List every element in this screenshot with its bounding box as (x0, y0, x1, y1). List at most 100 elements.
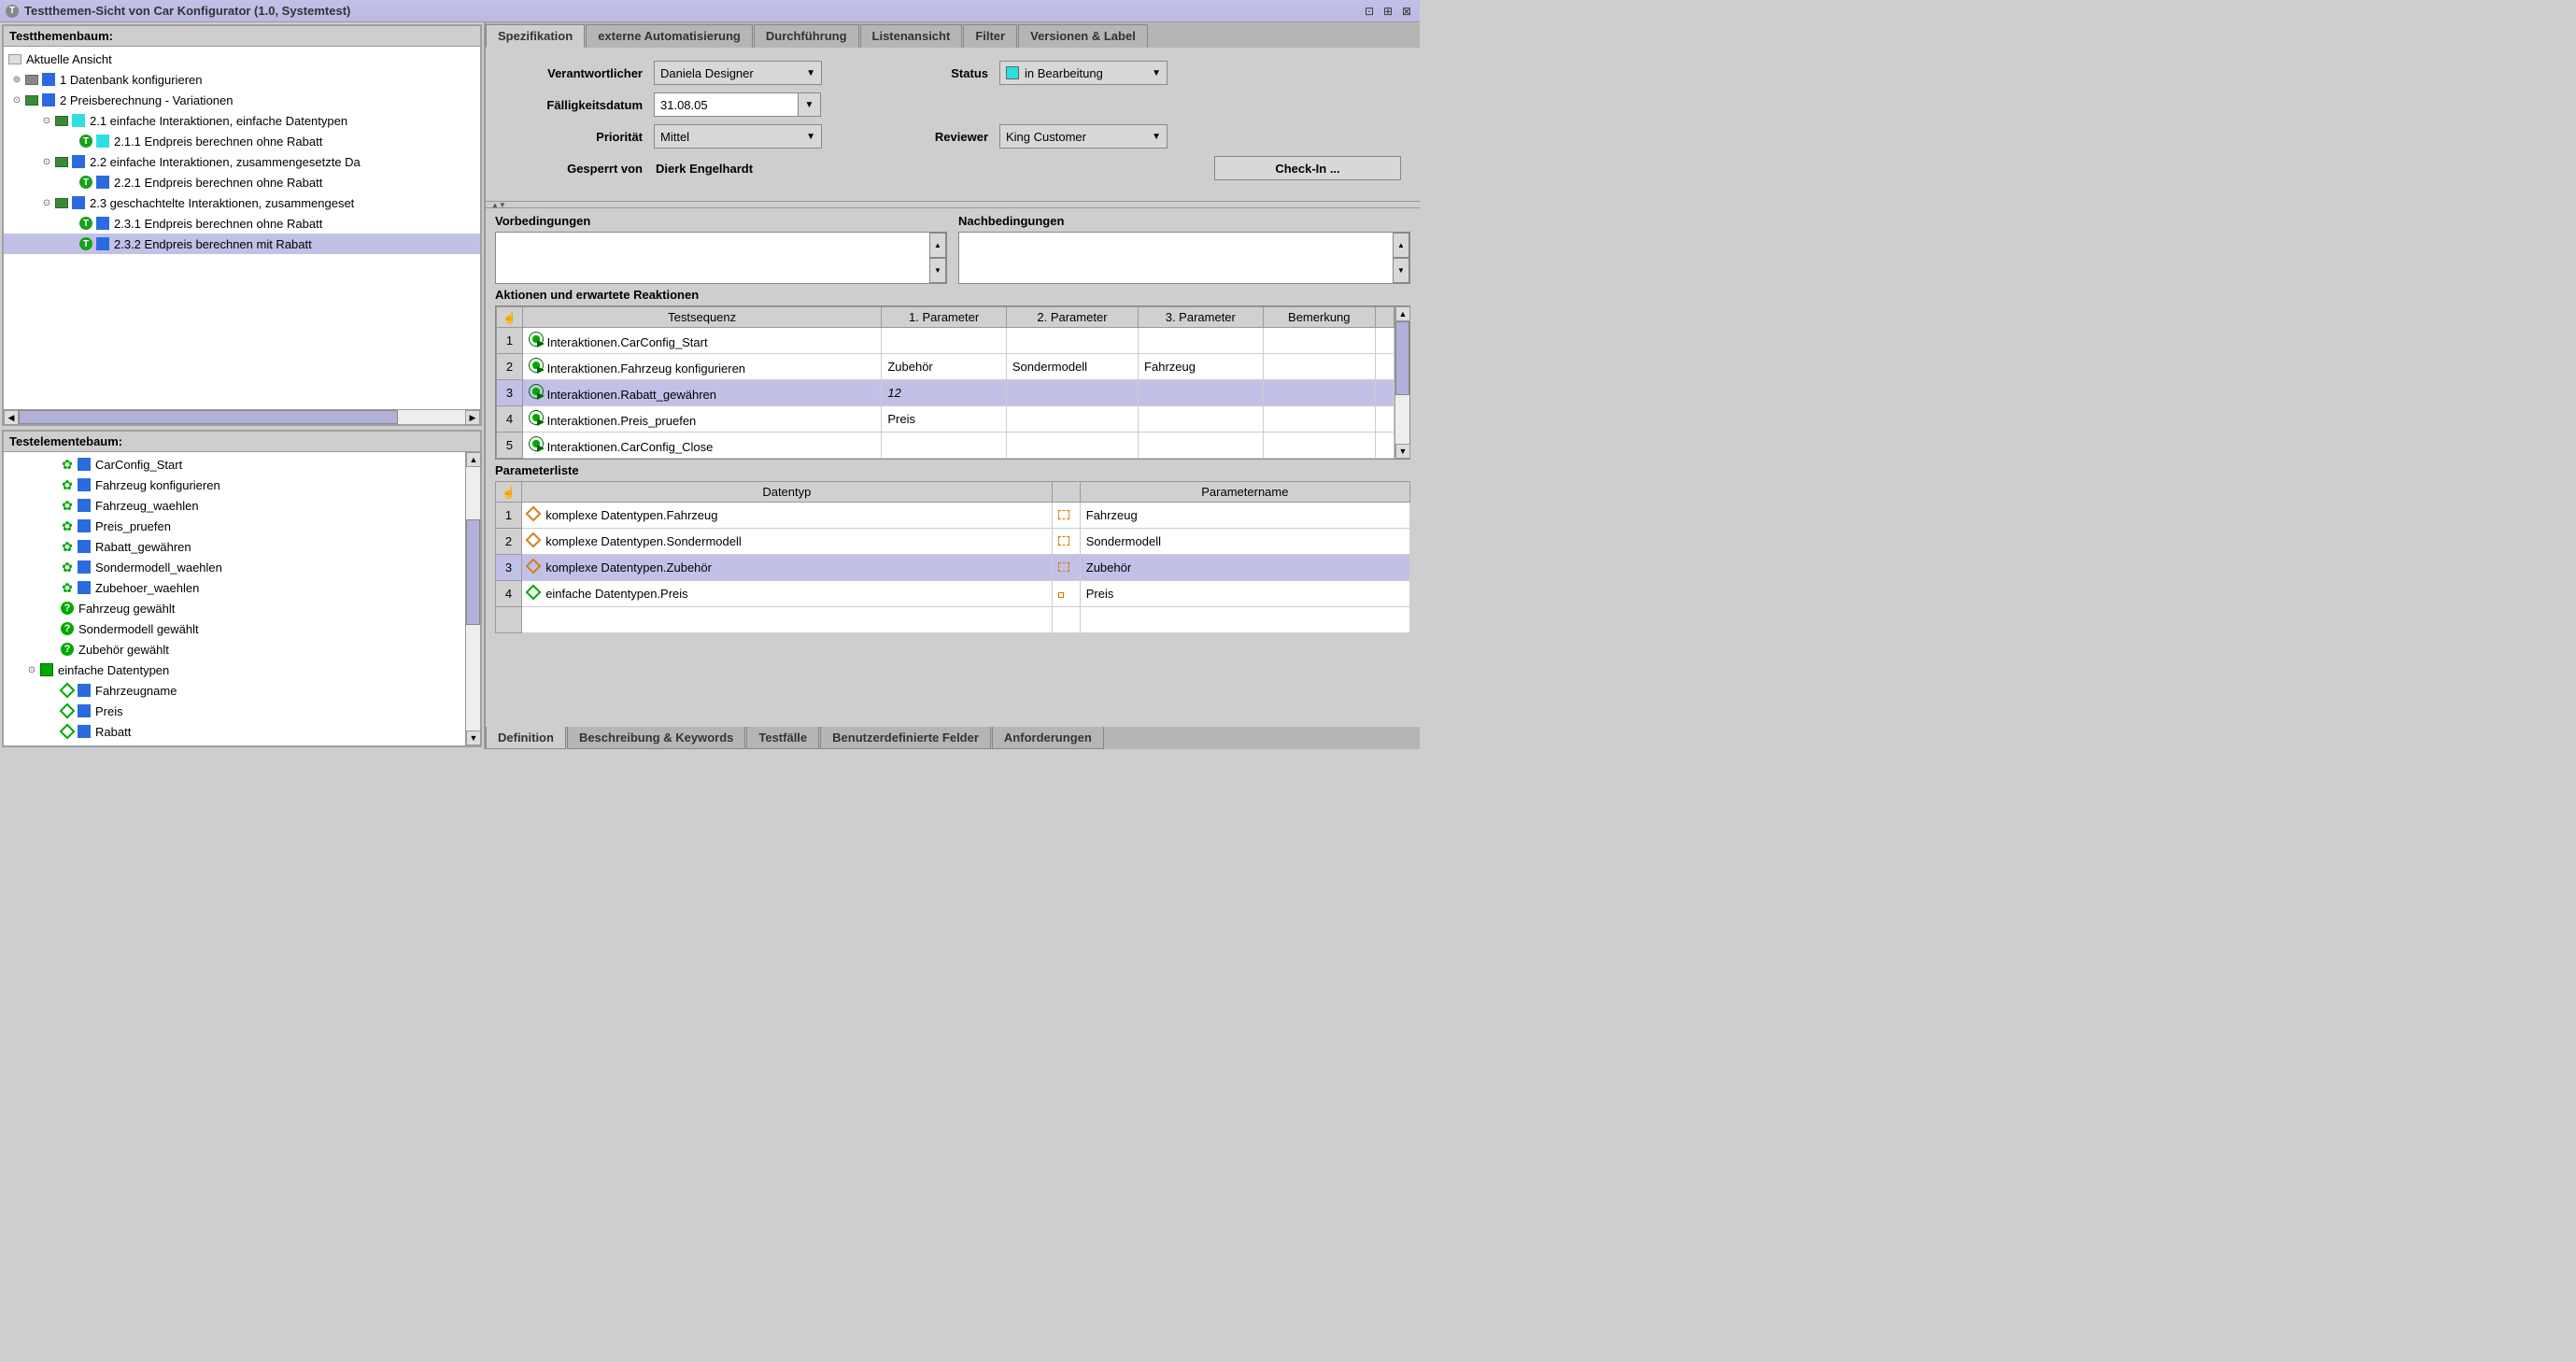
collapse-icon[interactable]: ⊙ (41, 115, 52, 126)
spinner-up-icon[interactable]: ▲ (929, 233, 946, 258)
vscroll[interactable]: ▲ ▼ (465, 452, 480, 745)
tree-root[interactable]: Aktuelle Ansicht (4, 49, 480, 69)
combo-reviewer[interactable]: King Customer▼ (999, 124, 1168, 149)
input-faelligkeit[interactable] (654, 92, 799, 117)
actions-table[interactable]: ☝ Testsequenz 1. Parameter 2. Parameter … (496, 306, 1394, 459)
param-row[interactable]: 4 einfache Datentypen.PreisPreis (496, 581, 1410, 607)
tab-durchfuehrung[interactable]: Durchführung (754, 24, 859, 48)
combo-prioritaet[interactable]: Mittel▼ (654, 124, 822, 149)
tree-node-1[interactable]: ⊚ 1 Datenbank konfigurieren (4, 69, 480, 90)
tab-automatisierung[interactable]: externe Automatisierung (586, 24, 753, 48)
scroll-thumb[interactable] (466, 519, 480, 625)
window-close-icon[interactable]: ⊠ (1399, 4, 1414, 19)
tree-node-232-selected[interactable]: T 2.3.2 Endpreis berechnen mit Rabatt (4, 234, 480, 254)
action-row[interactable]: 4 Interaktionen.Preis_pruefenPreis (497, 406, 1394, 433)
tab-versionen[interactable]: Versionen & Label (1018, 24, 1148, 48)
elem-fahrzeug-gewaehlt[interactable]: ?Fahrzeug gewählt (4, 598, 465, 618)
collapse-icon[interactable]: ⊙ (41, 197, 52, 208)
vorbedingungen-text[interactable] (496, 233, 929, 283)
param-row-empty[interactable] (496, 607, 1410, 633)
label-prioritaet: Priorität (504, 130, 654, 144)
col-datentyp[interactable]: Datentyp (521, 482, 1052, 503)
tab-benutzerfelder[interactable]: Benutzerdefinierte Felder (820, 727, 991, 749)
param-row-selected[interactable]: 3 komplexe Datentypen.ZubehörZubehör (496, 555, 1410, 581)
nachbedingungen-text[interactable] (959, 233, 1393, 283)
scroll-thumb[interactable] (19, 410, 398, 424)
checkin-button[interactable]: Check-In ... (1214, 156, 1401, 180)
tree-node-231[interactable]: T 2.3.1 Endpreis berechnen ohne Rabatt (4, 213, 480, 234)
col-param2[interactable]: 2. Parameter (1006, 307, 1138, 328)
elem-fahrzeugname[interactable]: Fahrzeugname (4, 680, 465, 701)
spinner-down-icon[interactable]: ▼ (1393, 258, 1409, 283)
col-param3[interactable]: 3. Parameter (1139, 307, 1264, 328)
tab-testfaelle[interactable]: Testfälle (746, 727, 819, 749)
action-row[interactable]: 1 Interaktionen.CarConfig_Start (497, 328, 1394, 354)
collapse-icon[interactable]: ⊙ (41, 156, 52, 167)
action-row[interactable]: 2 Interaktionen.Fahrzeug konfigurierenZu… (497, 354, 1394, 380)
tree-node-2[interactable]: ⊙ 2 Preisberechnung - Variationen (4, 90, 480, 110)
tab-definition[interactable]: Definition (486, 727, 566, 749)
param-row[interactable]: 2 komplexe Datentypen.SondermodellSonder… (496, 529, 1410, 555)
elem-fahrzeug-waehlen[interactable]: ✿Fahrzeug_waehlen (4, 495, 465, 516)
combo-status[interactable]: in Bearbeitung▼ (999, 61, 1168, 85)
scroll-up-icon[interactable]: ▲ (1395, 306, 1410, 321)
combo-verantwortlicher[interactable]: Daniela Designer▼ (654, 61, 822, 85)
scroll-left-icon[interactable]: ◀ (4, 410, 19, 425)
scroll-thumb[interactable] (1395, 321, 1409, 395)
tree-node-21[interactable]: ⊙ 2.1 einfache Interaktionen, einfache D… (4, 110, 480, 131)
elem-rabatt2[interactable]: Rabatt (4, 721, 465, 742)
tab-listenansicht[interactable]: Listenansicht (860, 24, 963, 48)
param-icon (1058, 592, 1064, 598)
date-dropdown-icon[interactable]: ▼ (799, 92, 821, 117)
elem-sondermodell[interactable]: ✿Sondermodell_waehlen (4, 557, 465, 577)
tree-node-221[interactable]: T 2.2.1 Endpreis berechnen ohne Rabatt (4, 172, 480, 192)
status-icon (72, 196, 85, 209)
col-param1[interactable]: 1. Parameter (882, 307, 1007, 328)
window-maximize-icon[interactable]: ⊞ (1380, 4, 1395, 19)
spinner-down-icon[interactable]: ▼ (929, 258, 946, 283)
elem-carconfig-start[interactable]: ✿CarConfig_Start (4, 454, 465, 475)
param-row[interactable]: 1 komplexe Datentypen.FahrzeugFahrzeug (496, 503, 1410, 529)
scroll-down-icon[interactable]: ▼ (466, 731, 481, 745)
label-faelligkeit: Fälligkeitsdatum (504, 98, 654, 112)
elem-preis[interactable]: Preis (4, 701, 465, 721)
status-icon (96, 237, 109, 250)
window-minimize-icon[interactable]: ⊡ (1362, 4, 1377, 19)
tab-spezifikation[interactable]: Spezifikation (486, 24, 585, 48)
elem-sondermodell-gewaehlt[interactable]: ?Sondermodell gewählt (4, 618, 465, 639)
param-table[interactable]: ☝ Datentyp Parametername 1 komplexe Date… (495, 481, 1410, 633)
tree-node-22[interactable]: ⊙ 2.2 einfache Interaktionen, zusammenge… (4, 151, 480, 172)
hscroll[interactable]: ◀ ▶ (4, 409, 480, 424)
collapse-icon[interactable]: ⊙ (26, 664, 37, 675)
elem-zubehoer-gewaehlt[interactable]: ?Zubehör gewählt (4, 639, 465, 660)
tree-node-23[interactable]: ⊙ 2.3 geschachtelte Interaktionen, zusam… (4, 192, 480, 213)
param-icon (1058, 562, 1069, 572)
elem-einfache-dt[interactable]: ⊙einfache Datentypen (4, 660, 465, 680)
tree-node-211[interactable]: T 2.1.1 Endpreis berechnen ohne Rabatt (4, 131, 480, 151)
elem-rabatt[interactable]: ✿Rabatt_gewähren (4, 536, 465, 557)
folder-open-icon (55, 157, 68, 167)
elem-fahrzeug-konf[interactable]: ✿Fahrzeug konfigurieren (4, 475, 465, 495)
spinner-up-icon[interactable]: ▲ (1393, 233, 1409, 258)
tab-beschreibung[interactable]: Beschreibung & Keywords (567, 727, 745, 749)
scroll-up-icon[interactable]: ▲ (466, 452, 481, 467)
collapse-icon[interactable]: ⊙ (11, 94, 22, 106)
expand-icon[interactable]: ⊚ (11, 74, 22, 85)
action-row-selected[interactable]: 3 Interaktionen.Rabatt_gewähren12 (497, 380, 1394, 406)
actions-vscroll[interactable]: ▲ ▼ (1394, 306, 1409, 459)
collapse-bar[interactable]: ▲▼ (486, 201, 1420, 208)
col-testsequenz[interactable]: Testsequenz (522, 307, 881, 328)
elem-zubehoer[interactable]: ✿Zubehoer_waehlen (4, 577, 465, 598)
action-row[interactable]: 5 Interaktionen.CarConfig_Close (497, 433, 1394, 459)
tab-filter[interactable]: Filter (963, 24, 1017, 48)
scroll-right-icon[interactable]: ▶ (465, 410, 480, 425)
col-bemerkung[interactable]: Bemerkung (1263, 307, 1375, 328)
tree1-header: Testthemenbaum: (4, 26, 480, 47)
scroll-down-icon[interactable]: ▼ (1395, 444, 1410, 459)
elem-preis-pruefen[interactable]: ✿Preis_pruefen (4, 516, 465, 536)
col-parametername[interactable]: Parametername (1080, 482, 1409, 503)
tab-anforderungen[interactable]: Anforderungen (992, 727, 1104, 749)
test-element-tree[interactable]: ✿CarConfig_Start ✿Fahrzeug konfigurieren… (4, 452, 465, 745)
status-color-icon (1006, 66, 1019, 79)
test-theme-tree[interactable]: Aktuelle Ansicht ⊚ 1 Datenbank konfiguri… (4, 47, 480, 409)
